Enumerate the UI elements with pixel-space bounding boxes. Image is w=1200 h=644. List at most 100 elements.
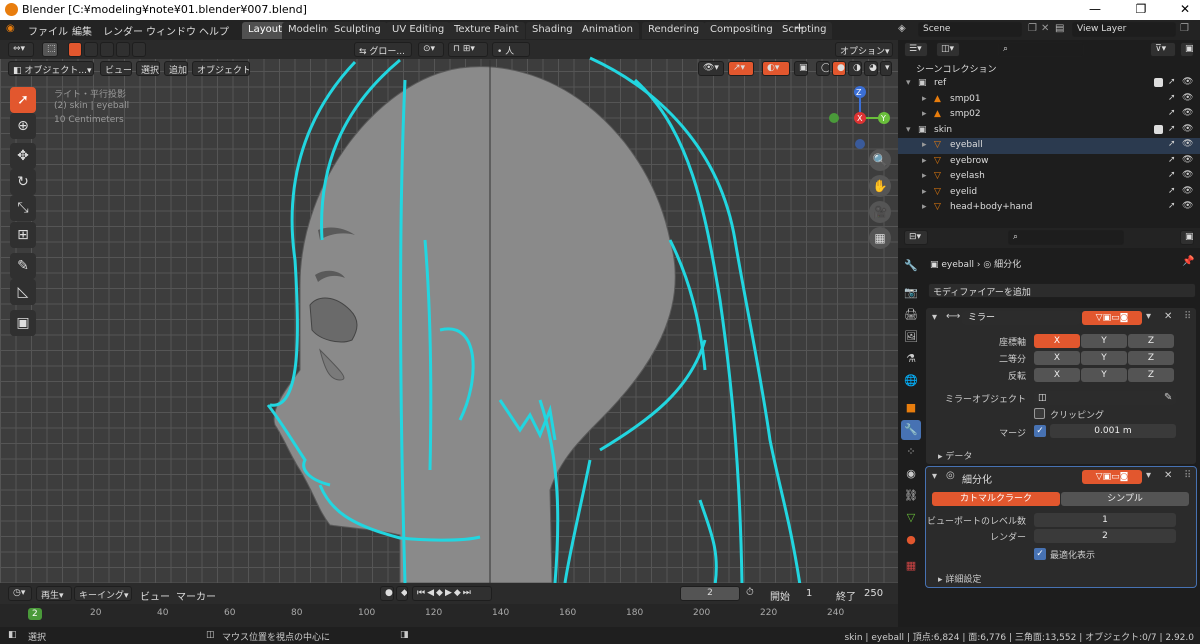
- expand-icon[interactable]: ▾: [906, 78, 911, 88]
- properties-options-icon[interactable]: ▣: [1180, 230, 1194, 245]
- outliner-editor-icon[interactable]: ☰▾: [904, 42, 928, 57]
- select-arrow-icon[interactable]: ➚: [1168, 155, 1176, 165]
- modifier-tab-icon[interactable]: 🔧: [901, 420, 921, 440]
- drag-handle-icon[interactable]: ⠿: [1184, 470, 1191, 481]
- select-arrow-icon[interactable]: ➚: [1168, 201, 1176, 211]
- outliner-item[interactable]: ▾ ▣ skin ➚ 👁: [898, 123, 1200, 139]
- bisect-z-toggle[interactable]: Z: [1128, 351, 1174, 365]
- axis-y-toggle[interactable]: Y: [1081, 334, 1127, 348]
- expand-icon[interactable]: ▸: [922, 187, 927, 197]
- workspace-tab[interactable]: Texture Paint: [448, 22, 525, 39]
- menu-render[interactable]: レンダー: [103, 23, 143, 38]
- cursor-tool-icon[interactable]: ⊕: [10, 113, 36, 139]
- end-frame[interactable]: 250: [864, 588, 883, 599]
- physics-tab-icon[interactable]: ◉: [901, 464, 921, 484]
- view-layer-icon[interactable]: ▤: [1055, 23, 1064, 34]
- keying-menu[interactable]: キーイング▾: [74, 586, 132, 601]
- flip-y-toggle[interactable]: Y: [1081, 368, 1127, 382]
- add-cube-tool-icon[interactable]: ▣: [10, 310, 36, 336]
- mirror-object-field[interactable]: ◫: [1034, 391, 1176, 405]
- advanced-subpanel[interactable]: ▸ 詳細設定: [938, 572, 981, 585]
- constraints-tab-icon[interactable]: ⛓: [901, 486, 921, 506]
- expand-icon[interactable]: ▸: [922, 109, 927, 119]
- outliner-item[interactable]: ▸ ▽ eyebrow ➚ 👁: [898, 154, 1200, 170]
- outliner-item[interactable]: ▸ ▽ eyelash ➚ 👁: [898, 169, 1200, 185]
- measure-tool-icon[interactable]: ◺: [10, 279, 36, 305]
- viewport-levels-field[interactable]: 1: [1034, 513, 1176, 527]
- new-collection-icon[interactable]: ▣: [1180, 42, 1194, 57]
- outliner-item[interactable]: ▸ ▲ smp01 ➚ 👁: [898, 92, 1200, 108]
- collapse-icon[interactable]: ▾: [932, 312, 937, 323]
- optimal-display-checkbox[interactable]: ✓: [1034, 548, 1046, 560]
- eye-icon[interactable]: 👁: [1182, 108, 1193, 118]
- render-levels-field[interactable]: 2: [1034, 529, 1176, 543]
- maximize-icon[interactable]: ❐: [1126, 2, 1156, 16]
- expand-icon[interactable]: ▾: [906, 125, 911, 135]
- new-scene-icon[interactable]: ❐: [1028, 23, 1037, 34]
- eye-icon[interactable]: 👁: [1182, 77, 1193, 87]
- display-mode-icon[interactable]: ◫▾: [936, 42, 960, 57]
- filter-icon[interactable]: ⊽▾: [1150, 42, 1176, 57]
- merge-distance-field[interactable]: 0.001 m: [1050, 424, 1176, 438]
- select-arrow-icon[interactable]: ➚: [1168, 170, 1176, 180]
- navigation-gizmo[interactable]: Z Y X: [826, 82, 894, 152]
- object-tab-icon[interactable]: ■: [901, 398, 921, 418]
- outliner-item[interactable]: ▸ ▽ head+body+hand ➚ 👁: [898, 200, 1200, 216]
- ortho-grid-icon[interactable]: ▦: [869, 227, 891, 249]
- menu-window[interactable]: ウィンドウ: [146, 23, 196, 38]
- keyframe-type-icon[interactable]: ◆: [396, 586, 408, 601]
- zoom-icon[interactable]: 🔍: [869, 149, 891, 171]
- eyedropper-icon[interactable]: ✎: [1164, 392, 1172, 403]
- catmull-clark-toggle[interactable]: カトマルクラーク: [932, 492, 1060, 506]
- workspace-tab[interactable]: Rendering: [642, 22, 706, 39]
- minimize-icon[interactable]: —: [1080, 2, 1110, 16]
- exclude-checkbox[interactable]: [1154, 124, 1163, 134]
- expand-icon[interactable]: ▸: [922, 94, 927, 104]
- select-arrow-icon[interactable]: ➚: [1168, 186, 1176, 196]
- frame-ruler[interactable]: 2 20 40 60 80 100 120 140 160 180 200 220 240: [0, 604, 898, 627]
- particles-tab-icon[interactable]: ⁘: [901, 442, 921, 462]
- drag-handle-icon[interactable]: ⠿: [1184, 311, 1191, 322]
- select-arrow-icon[interactable]: ➚: [1168, 139, 1176, 149]
- exclude-checkbox[interactable]: [1154, 78, 1163, 87]
- marker-menu[interactable]: マーカー: [176, 588, 216, 603]
- subsurf-name-field[interactable]: 細分化: [962, 471, 992, 486]
- current-frame-field[interactable]: 2: [680, 586, 740, 601]
- workspace-tab[interactable]: Animation: [576, 22, 639, 39]
- pan-hand-icon[interactable]: ✋: [869, 175, 891, 197]
- simple-toggle[interactable]: シンプル: [1061, 492, 1189, 506]
- outliner-item[interactable]: ▸ ▽ eyelid ➚ 👁: [898, 185, 1200, 201]
- properties-editor-icon[interactable]: ⊟▾: [904, 230, 928, 245]
- close-icon[interactable]: ✕: [1170, 2, 1200, 16]
- axis-z-toggle[interactable]: Z: [1128, 334, 1174, 348]
- outliner-item[interactable]: ▾ ▣ ref ➚ 👁: [898, 76, 1200, 92]
- scene-icon[interactable]: ◈: [898, 23, 906, 34]
- subsurf-dropdown-icon[interactable]: ▾: [1146, 470, 1151, 481]
- camera-view-icon[interactable]: 🎥: [869, 201, 891, 223]
- clipping-checkbox[interactable]: [1034, 408, 1045, 419]
- subsurf-remove-icon[interactable]: ✕: [1164, 470, 1172, 481]
- axis-x-toggle[interactable]: X: [1034, 334, 1080, 348]
- scale-tool-icon[interactable]: ⤡: [10, 195, 36, 221]
- eye-icon[interactable]: 👁: [1182, 139, 1193, 149]
- world-tab-icon[interactable]: 🌐: [901, 371, 921, 391]
- outliner-item[interactable]: ▸ ▽ eyeball ➚ 👁: [898, 138, 1200, 154]
- move-tool-icon[interactable]: ✥: [10, 143, 36, 169]
- mirror-name-field[interactable]: ミラー: [962, 311, 1080, 325]
- select-tool-icon[interactable]: ➚: [10, 87, 36, 113]
- mirror-remove-icon[interactable]: ✕: [1164, 311, 1172, 322]
- expand-icon[interactable]: ▸: [922, 140, 927, 150]
- workspace-tab[interactable]: Shading: [526, 22, 579, 39]
- scene-field[interactable]: Scene: [918, 22, 1022, 37]
- eye-icon[interactable]: 👁: [1182, 155, 1193, 165]
- view-layer-tab-icon[interactable]: 🖼: [901, 327, 921, 347]
- select-arrow-icon[interactable]: ➚: [1168, 124, 1176, 134]
- merge-checkbox[interactable]: ✓: [1034, 425, 1046, 437]
- eye-icon[interactable]: 👁: [1182, 201, 1193, 211]
- menu-help[interactable]: ヘルプ: [199, 23, 229, 38]
- bisect-y-toggle[interactable]: Y: [1081, 351, 1127, 365]
- add-modifier-dropdown[interactable]: モディファイアーを追加: [928, 283, 1196, 298]
- view-layer-field[interactable]: View Layer: [1072, 22, 1176, 37]
- flip-x-toggle[interactable]: X: [1034, 368, 1080, 382]
- select-arrow-icon[interactable]: ➚: [1168, 108, 1176, 118]
